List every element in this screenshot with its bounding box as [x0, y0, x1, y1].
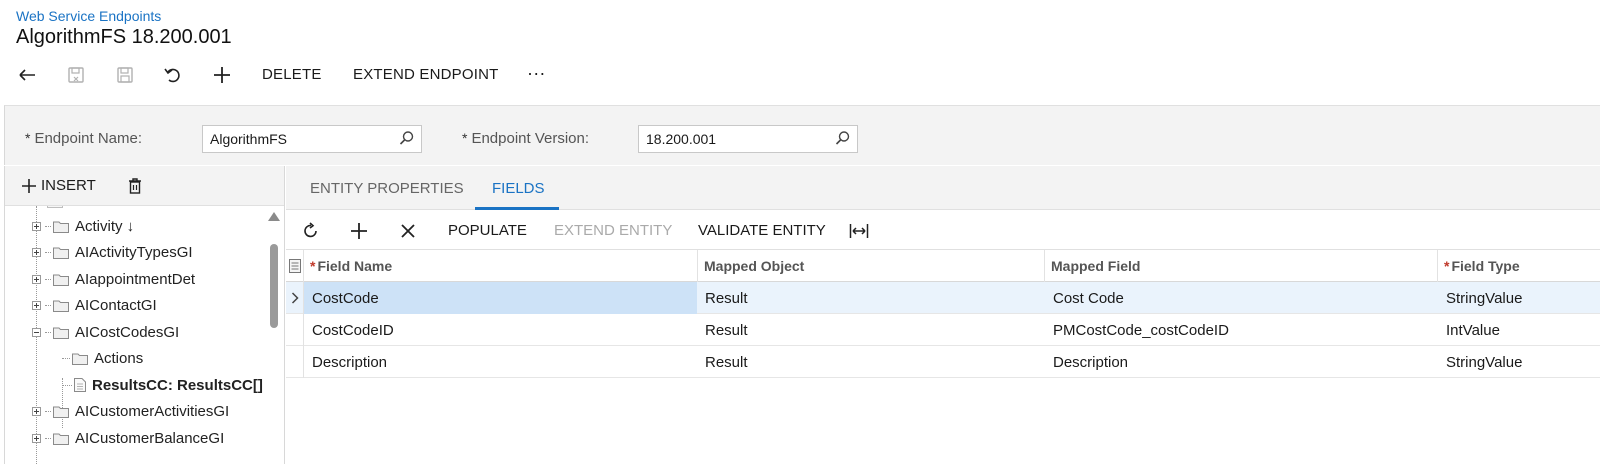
column-header-mapped-field[interactable]: Mapped Field [1044, 250, 1437, 282]
tree-item-label: AICustomerActivitiesGI [75, 402, 230, 420]
entity-details-pane: ENTITY PROPERTIES FIELDS POPULATE EXTEND… [286, 166, 1600, 464]
cell-field-type[interactable]: StringValue [1438, 346, 1600, 378]
tree-item-label: AICustomerBalanceGI [75, 429, 225, 447]
validate-entity-button[interactable]: VALIDATE ENTITY [698, 222, 826, 239]
cell-mapped-object[interactable]: Result [697, 282, 1044, 314]
expand-icon[interactable] [32, 247, 41, 257]
tree-item-label: Actions [94, 349, 144, 367]
cell-field-type[interactable]: IntValue [1438, 314, 1600, 346]
tree-item[interactable]: AICustomerActivitiesGI [32, 398, 229, 424]
tree-item[interactable]: ResultsCC: ResultsCC[] [62, 372, 263, 398]
table-row[interactable]: CostCode Result Cost Code StringValue [286, 282, 1600, 314]
tree-item-label: AIContactGI [75, 296, 157, 314]
tree-scrollbar[interactable] [267, 206, 281, 464]
extend-endpoint-button[interactable]: EXTEND ENDPOINT [353, 66, 499, 83]
endpoint-summary-form: * Endpoint Name: AlgorithmFS * Endpoint Ve… [4, 105, 1600, 165]
tree-item[interactable]: AIContactGI [32, 292, 157, 318]
collapse-icon[interactable] [32, 327, 41, 337]
table-row[interactable]: Description Result Description StringVal… [286, 346, 1600, 378]
cell-mapped-object[interactable]: Result [697, 314, 1044, 346]
document-icon [74, 378, 86, 392]
cell-mapped-field[interactable]: Cost Code [1045, 282, 1437, 314]
expand-icon[interactable] [32, 221, 41, 231]
tab-fields[interactable]: FIELDS [492, 180, 545, 197]
endpoint-version-label: * Endpoint Version: [462, 130, 590, 147]
refresh-icon[interactable] [300, 220, 322, 242]
cell-field-name[interactable]: Description [304, 346, 697, 378]
tree-item-label: Activity ↓ [75, 217, 135, 235]
page-title: AlgorithmFS 18.200.001 [16, 26, 232, 48]
endpoint-version-field[interactable]: 18.200.001 [638, 125, 858, 153]
insert-button[interactable]: INSERT [21, 177, 96, 194]
row-indicator [286, 346, 304, 378]
folder-icon [53, 274, 69, 286]
grid-settings-icon[interactable] [286, 250, 304, 282]
delete-button[interactable]: DELETE [262, 66, 322, 83]
folder-icon [53, 327, 69, 339]
folder-icon [53, 300, 69, 312]
expand-icon[interactable] [32, 433, 41, 443]
main-toolbar: DELETE EXTEND ENDPOINT ··· [0, 60, 1600, 90]
fields-grid: * Field Name Mapped Object Mapped Field *… [286, 250, 1600, 378]
breadcrumb[interactable]: Web Service Endpoints [16, 8, 161, 24]
tree-toolbar: INSERT [5, 166, 284, 206]
tree-item[interactable]: Activity ↓ [32, 213, 134, 239]
folder-icon [72, 353, 88, 365]
tree-item-label: AIappointmentDet [75, 270, 196, 288]
folder-icon [53, 247, 69, 259]
cell-mapped-object[interactable]: Result [697, 346, 1044, 378]
plus-icon [22, 178, 36, 193]
cell-field-name[interactable]: CostCode [304, 282, 697, 314]
tree-item[interactable]: AIActivityTypesGI [32, 239, 193, 265]
folder-icon [53, 433, 69, 445]
endpoint-name-label: * Endpoint Name: [25, 130, 143, 147]
expand-icon[interactable] [32, 406, 41, 416]
plus-icon[interactable] [210, 63, 234, 87]
save-close-icon[interactable] [64, 63, 88, 87]
endpoint-name-field[interactable]: AlgorithmFS [202, 125, 422, 153]
tree-item[interactable]: AIappointmentDet [32, 266, 195, 292]
entity-tree: Activity ↓ AIActivityTypesGI AIappointme… [5, 206, 284, 464]
row-indicator [286, 314, 304, 346]
populate-button[interactable]: POPULATE [448, 222, 527, 239]
folder-icon [53, 221, 69, 233]
cell-mapped-field[interactable]: PMCostCode_costCodeID [1045, 314, 1437, 346]
scroll-up-icon[interactable] [268, 212, 280, 221]
column-header-field-type[interactable]: * Field Type [1437, 250, 1600, 282]
column-header-mapped-object[interactable]: Mapped Object [697, 250, 1046, 282]
fields-toolbar: POPULATE EXTEND ENTITY VALIDATE ENTITY [286, 210, 1600, 250]
fit-columns-icon[interactable] [848, 220, 870, 242]
back-arrow-icon[interactable] [16, 63, 40, 87]
tree-item-label: AICostCodesGI [75, 323, 180, 341]
chevron-right-icon [286, 282, 304, 314]
trash-icon[interactable] [127, 177, 143, 200]
grid-header: * Field Name Mapped Object Mapped Field *… [286, 250, 1600, 282]
tree-item[interactable]: AICostCodesGI [32, 319, 179, 345]
expand-icon[interactable] [32, 300, 41, 310]
tab-entity-properties[interactable]: ENTITY PROPERTIES [310, 180, 464, 197]
tabs-bar: ENTITY PROPERTIES FIELDS [286, 166, 1600, 210]
entity-tree-pane: INSERT Activity ↓ AIActivityTypesGI AIap… [4, 166, 285, 464]
search-icon[interactable] [399, 130, 417, 148]
tree-item-label: AIActivityTypesGI [75, 243, 193, 261]
cell-field-name[interactable]: CostCodeID [304, 314, 697, 346]
cell-field-type[interactable]: StringValue [1438, 282, 1600, 314]
extend-entity-button[interactable]: EXTEND ENTITY [554, 222, 672, 239]
more-menu-button[interactable]: ··· [527, 63, 546, 84]
scroll-thumb[interactable] [270, 244, 278, 328]
column-header-field-name[interactable]: * Field Name [304, 250, 697, 282]
search-icon[interactable] [835, 130, 853, 148]
cell-mapped-field[interactable]: Description [1045, 346, 1437, 378]
close-icon[interactable] [397, 220, 419, 242]
plus-icon[interactable] [348, 220, 370, 242]
tree-item[interactable]: AICustomerBalanceGI [32, 425, 224, 451]
undo-icon[interactable] [161, 63, 185, 87]
table-row[interactable]: CostCodeID Result PMCostCode_costCodeID … [286, 314, 1600, 346]
folder-icon [53, 406, 69, 418]
expand-icon[interactable] [32, 274, 41, 284]
save-icon[interactable] [113, 63, 137, 87]
tree-item[interactable]: Actions [62, 345, 143, 371]
tree-item-label: ResultsCC: ResultsCC[] [92, 376, 263, 394]
